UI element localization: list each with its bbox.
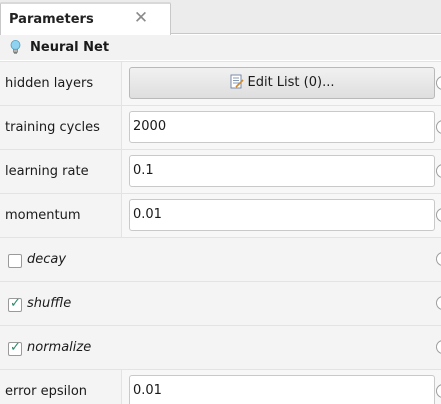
decay-checkbox[interactable] [8, 254, 22, 268]
param-row-shuffle: ✓ shuffle [0, 281, 441, 325]
operator-title: Neural Net [30, 40, 110, 55]
tab-parameters[interactable]: Parameters ✕ [0, 2, 171, 35]
param-label: training cycles [5, 120, 100, 135]
tab-strip: Parameters ✕ [0, 0, 441, 35]
param-row-decay: decay [0, 237, 441, 281]
check-icon: ✓ [10, 340, 21, 355]
help-icon[interactable] [436, 340, 441, 354]
normalize-label[interactable]: normalize [27, 340, 91, 355]
close-icon[interactable]: ✕ [133, 10, 149, 27]
check-icon [10, 252, 24, 266]
param-row-normalize: ✓ normalize [0, 325, 441, 369]
param-row-momentum: momentum 0.01 [0, 193, 441, 238]
param-cell: 0.1 [121, 150, 441, 194]
param-row-hidden-layers: hidden layers Edit List (0)... [0, 61, 441, 106]
help-icon[interactable] [436, 252, 441, 266]
param-label: learning rate [5, 164, 89, 179]
decay-label[interactable]: decay [27, 252, 66, 267]
edit-list-icon [230, 74, 244, 89]
operator-header: Neural Net [0, 35, 441, 60]
check-icon: ✓ [10, 296, 21, 311]
param-cell: Edit List (0)... [121, 62, 441, 106]
training-cycles-input[interactable]: 2000 [129, 111, 435, 143]
param-cell: 2000 [121, 106, 441, 150]
error-epsilon-input[interactable]: 0.01 [129, 375, 435, 404]
tab-label: Parameters [9, 12, 94, 27]
param-row-training-cycles: training cycles 2000 [0, 105, 441, 150]
help-icon[interactable] [436, 296, 441, 310]
shuffle-checkbox[interactable]: ✓ [8, 296, 22, 312]
edit-list-label: Edit List (0)... [247, 75, 335, 90]
param-cell: 0.01 [121, 370, 441, 404]
param-row-learning-rate: learning rate 0.1 [0, 149, 441, 194]
param-label: error epsilon [5, 384, 88, 399]
shuffle-label[interactable]: shuffle [27, 296, 71, 311]
param-row-error-epsilon: error epsilon 0.01 [0, 369, 441, 404]
edit-list-button[interactable]: Edit List (0)... [129, 67, 435, 99]
param-label: momentum [5, 208, 81, 223]
normalize-checkbox[interactable]: ✓ [8, 340, 22, 356]
param-cell: 0.01 [121, 194, 441, 238]
lightbulb-icon [10, 40, 21, 54]
learning-rate-input[interactable]: 0.1 [129, 155, 435, 187]
param-label: hidden layers [5, 76, 94, 91]
momentum-input[interactable]: 0.01 [129, 199, 435, 231]
